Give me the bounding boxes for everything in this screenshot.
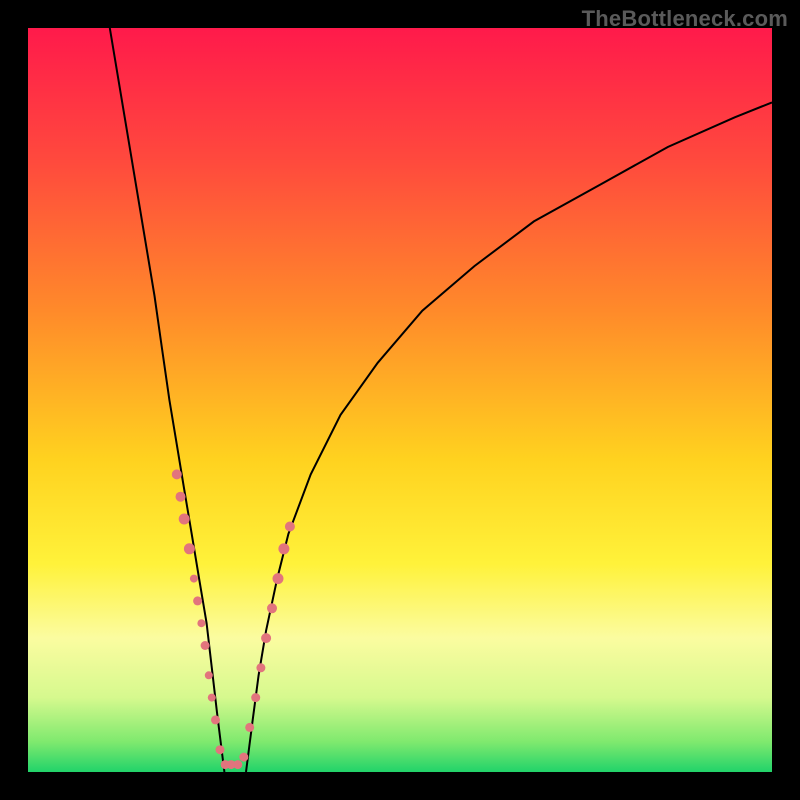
marker-left-scatter (205, 671, 213, 679)
marker-left-scatter (193, 596, 202, 605)
marker-right-cluster (278, 543, 289, 554)
marker-bottom (233, 760, 242, 769)
chart-frame: TheBottleneck.com (0, 0, 800, 800)
marker-left-scatter (201, 641, 210, 650)
marker-left-cluster (172, 469, 182, 479)
marker-right-scatter (256, 663, 265, 672)
gradient-plot-area (28, 28, 772, 772)
watermark-label: TheBottleneck.com (582, 6, 788, 32)
marker-right-scatter (245, 723, 254, 732)
marker-right-scatter (251, 693, 260, 702)
curve-right-arm (246, 102, 772, 772)
marker-left-cluster (184, 543, 195, 554)
marker-bottom (216, 745, 225, 754)
curve-left-arm (110, 28, 225, 772)
marker-left-scatter (208, 694, 216, 702)
curve-layer (28, 28, 772, 772)
marker-right-cluster (273, 573, 284, 584)
marker-right-cluster (267, 603, 277, 613)
marker-left-cluster (176, 492, 186, 502)
marker-left-scatter (197, 619, 205, 627)
marker-right-cluster (285, 522, 295, 532)
marker-left-scatter (190, 575, 198, 583)
marker-right-cluster (261, 633, 271, 643)
marker-bottom (239, 753, 248, 762)
marker-left-scatter (211, 715, 220, 724)
marker-left-cluster (179, 514, 190, 525)
